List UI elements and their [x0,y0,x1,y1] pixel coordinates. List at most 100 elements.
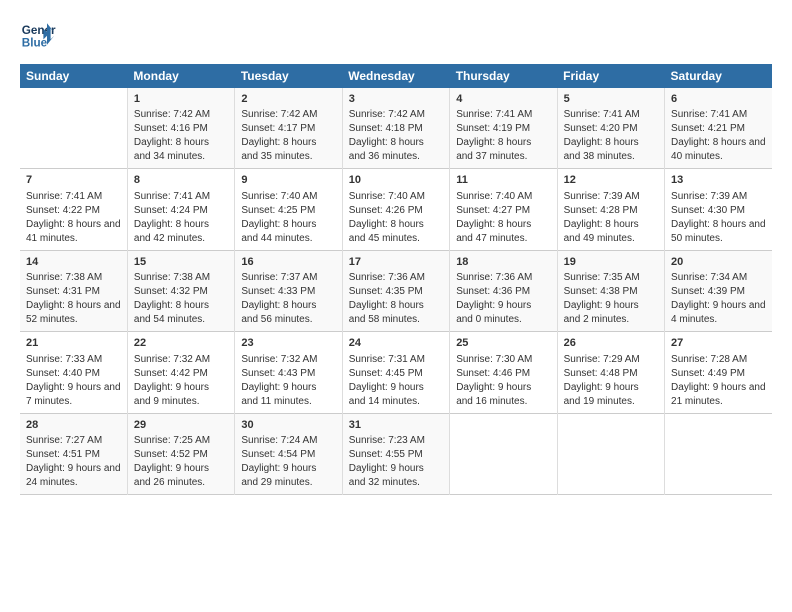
day-number: 22 [134,336,228,351]
day-info: Sunrise: 7:27 AMSunset: 4:51 PMDaylight:… [26,434,121,490]
day-cell: 13 Sunrise: 7:39 AMSunset: 4:30 PMDaylig… [665,169,772,250]
day-number: 9 [241,173,335,188]
day-number: 24 [349,336,443,351]
day-number: 3 [349,92,443,107]
day-cell: 3 Sunrise: 7:42 AMSunset: 4:18 PMDayligh… [342,88,449,169]
day-number: 14 [26,255,121,270]
day-cell: 27 Sunrise: 7:28 AMSunset: 4:49 PMDaylig… [665,332,772,413]
weekday-header-wednesday: Wednesday [342,64,449,88]
day-number: 26 [564,336,658,351]
day-cell: 22 Sunrise: 7:32 AMSunset: 4:42 PMDaylig… [127,332,234,413]
svg-text:General: General [22,24,56,37]
day-number: 13 [671,173,766,188]
day-cell: 9 Sunrise: 7:40 AMSunset: 4:25 PMDayligh… [235,169,342,250]
day-cell: 8 Sunrise: 7:41 AMSunset: 4:24 PMDayligh… [127,169,234,250]
logo: General Blue [20,16,60,52]
day-info: Sunrise: 7:42 AMSunset: 4:16 PMDaylight:… [134,108,228,164]
day-cell: 2 Sunrise: 7:42 AMSunset: 4:17 PMDayligh… [235,88,342,169]
day-number: 16 [241,255,335,270]
week-row-5: 28 Sunrise: 7:27 AMSunset: 4:51 PMDaylig… [20,413,772,494]
day-cell: 25 Sunrise: 7:30 AMSunset: 4:46 PMDaylig… [450,332,557,413]
day-number: 28 [26,418,121,433]
day-cell: 29 Sunrise: 7:25 AMSunset: 4:52 PMDaylig… [127,413,234,494]
day-cell: 11 Sunrise: 7:40 AMSunset: 4:27 PMDaylig… [450,169,557,250]
day-number: 18 [456,255,550,270]
day-info: Sunrise: 7:36 AMSunset: 4:35 PMDaylight:… [349,271,443,327]
day-info: Sunrise: 7:41 AMSunset: 4:19 PMDaylight:… [456,108,550,164]
day-info: Sunrise: 7:41 AMSunset: 4:21 PMDaylight:… [671,108,766,164]
weekday-header-friday: Friday [557,64,664,88]
day-number: 1 [134,92,228,107]
day-number: 8 [134,173,228,188]
week-row-4: 21 Sunrise: 7:33 AMSunset: 4:40 PMDaylig… [20,332,772,413]
day-info: Sunrise: 7:40 AMSunset: 4:26 PMDaylight:… [349,190,443,246]
day-cell: 17 Sunrise: 7:36 AMSunset: 4:35 PMDaylig… [342,250,449,331]
day-number: 7 [26,173,121,188]
day-number: 15 [134,255,228,270]
day-cell: 5 Sunrise: 7:41 AMSunset: 4:20 PMDayligh… [557,88,664,169]
day-cell: 30 Sunrise: 7:24 AMSunset: 4:54 PMDaylig… [235,413,342,494]
day-number: 21 [26,336,121,351]
week-row-2: 7 Sunrise: 7:41 AMSunset: 4:22 PMDayligh… [20,169,772,250]
day-number: 17 [349,255,443,270]
day-info: Sunrise: 7:33 AMSunset: 4:40 PMDaylight:… [26,353,121,409]
day-info: Sunrise: 7:40 AMSunset: 4:25 PMDaylight:… [241,190,335,246]
day-info: Sunrise: 7:42 AMSunset: 4:18 PMDaylight:… [349,108,443,164]
weekday-header-monday: Monday [127,64,234,88]
day-info: Sunrise: 7:34 AMSunset: 4:39 PMDaylight:… [671,271,766,327]
day-info: Sunrise: 7:23 AMSunset: 4:55 PMDaylight:… [349,434,443,490]
day-cell: 19 Sunrise: 7:35 AMSunset: 4:38 PMDaylig… [557,250,664,331]
day-number: 29 [134,418,228,433]
day-cell: 28 Sunrise: 7:27 AMSunset: 4:51 PMDaylig… [20,413,127,494]
day-cell: 14 Sunrise: 7:38 AMSunset: 4:31 PMDaylig… [20,250,127,331]
day-info: Sunrise: 7:35 AMSunset: 4:38 PMDaylight:… [564,271,658,327]
day-cell: 15 Sunrise: 7:38 AMSunset: 4:32 PMDaylig… [127,250,234,331]
day-info: Sunrise: 7:32 AMSunset: 4:42 PMDaylight:… [134,353,228,409]
calendar-table: SundayMondayTuesdayWednesdayThursdayFrid… [20,64,772,495]
day-number: 23 [241,336,335,351]
day-info: Sunrise: 7:37 AMSunset: 4:33 PMDaylight:… [241,271,335,327]
day-info: Sunrise: 7:38 AMSunset: 4:32 PMDaylight:… [134,271,228,327]
day-number: 5 [564,92,658,107]
day-cell [20,88,127,169]
day-number: 25 [456,336,550,351]
day-info: Sunrise: 7:28 AMSunset: 4:49 PMDaylight:… [671,353,766,409]
day-cell: 18 Sunrise: 7:36 AMSunset: 4:36 PMDaylig… [450,250,557,331]
day-number: 12 [564,173,658,188]
day-number: 31 [349,418,443,433]
day-number: 19 [564,255,658,270]
weekday-header-saturday: Saturday [665,64,772,88]
weekday-header-tuesday: Tuesday [235,64,342,88]
day-number: 11 [456,173,550,188]
day-cell: 16 Sunrise: 7:37 AMSunset: 4:33 PMDaylig… [235,250,342,331]
week-row-3: 14 Sunrise: 7:38 AMSunset: 4:31 PMDaylig… [20,250,772,331]
header: General Blue [20,16,772,52]
day-cell: 12 Sunrise: 7:39 AMSunset: 4:28 PMDaylig… [557,169,664,250]
day-cell: 24 Sunrise: 7:31 AMSunset: 4:45 PMDaylig… [342,332,449,413]
weekday-header-thursday: Thursday [450,64,557,88]
day-cell: 26 Sunrise: 7:29 AMSunset: 4:48 PMDaylig… [557,332,664,413]
day-cell: 23 Sunrise: 7:32 AMSunset: 4:43 PMDaylig… [235,332,342,413]
day-cell: 1 Sunrise: 7:42 AMSunset: 4:16 PMDayligh… [127,88,234,169]
day-number: 6 [671,92,766,107]
day-cell: 7 Sunrise: 7:41 AMSunset: 4:22 PMDayligh… [20,169,127,250]
day-number: 4 [456,92,550,107]
day-info: Sunrise: 7:39 AMSunset: 4:28 PMDaylight:… [564,190,658,246]
day-info: Sunrise: 7:41 AMSunset: 4:24 PMDaylight:… [134,190,228,246]
day-cell [450,413,557,494]
day-number: 27 [671,336,766,351]
day-cell [665,413,772,494]
day-cell [557,413,664,494]
day-info: Sunrise: 7:31 AMSunset: 4:45 PMDaylight:… [349,353,443,409]
day-info: Sunrise: 7:32 AMSunset: 4:43 PMDaylight:… [241,353,335,409]
day-info: Sunrise: 7:36 AMSunset: 4:36 PMDaylight:… [456,271,550,327]
day-info: Sunrise: 7:24 AMSunset: 4:54 PMDaylight:… [241,434,335,490]
day-cell: 6 Sunrise: 7:41 AMSunset: 4:21 PMDayligh… [665,88,772,169]
day-info: Sunrise: 7:40 AMSunset: 4:27 PMDaylight:… [456,190,550,246]
day-cell: 31 Sunrise: 7:23 AMSunset: 4:55 PMDaylig… [342,413,449,494]
day-info: Sunrise: 7:29 AMSunset: 4:48 PMDaylight:… [564,353,658,409]
day-cell: 21 Sunrise: 7:33 AMSunset: 4:40 PMDaylig… [20,332,127,413]
day-info: Sunrise: 7:38 AMSunset: 4:31 PMDaylight:… [26,271,121,327]
day-cell: 4 Sunrise: 7:41 AMSunset: 4:19 PMDayligh… [450,88,557,169]
day-info: Sunrise: 7:41 AMSunset: 4:22 PMDaylight:… [26,190,121,246]
